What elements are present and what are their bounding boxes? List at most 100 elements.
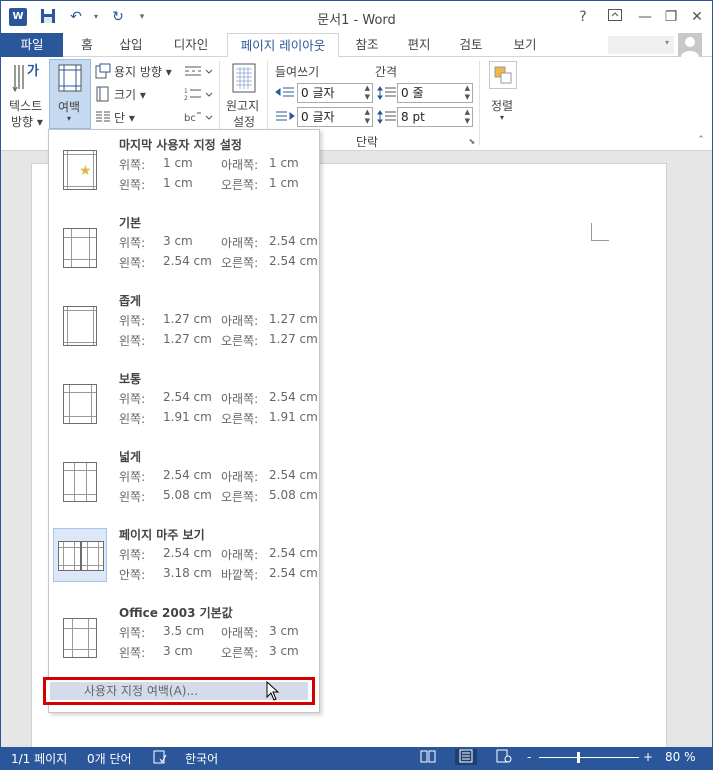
columns-button[interactable]: 단 ▾ [114,109,135,126]
group-separator-3 [479,61,480,145]
tab-page-layout[interactable]: 페이지 레이아웃 [227,33,339,58]
size-button[interactable]: 크기 ▾ [114,86,146,103]
manuscript-icon[interactable] [231,63,257,93]
orientation-icon[interactable] [95,63,111,79]
word-window: W ↶ ▾ ↻ ▾ 문서1 - Word ? — ❐ ✕ 파일 홈 삽입 디자인… [0,0,713,770]
hyphenation-icon[interactable]: bc [183,109,213,125]
page-thumbnail-icon [63,618,97,658]
margin-option-title: 마지막 사용자 지정 설정 [119,138,242,152]
text-direction-label[interactable]: 텍스트 [9,97,42,114]
margins-button[interactable]: 여백 ▾ [49,59,91,129]
zoom-in-button[interactable]: + [643,750,653,764]
page-thumbnail-icon [63,384,97,424]
margin-thumbnail [53,450,107,504]
margin-option-moderate[interactable]: 보통 위쪽: 2.54 cm 아래쪽: 2.54 cm 왼쪽: 1.91 cm 오른쪽… [49,364,319,442]
breaks-icon[interactable] [183,63,213,79]
indent-right-icon [275,109,295,125]
svg-text:bc: bc [184,113,196,124]
spacing-title: 간격 [375,65,398,79]
spacing-before-icon [377,85,397,101]
help-button[interactable]: ? [569,5,597,29]
page-margin-marker [591,223,609,241]
margin-option-mirrored[interactable]: 페이지 마주 보기 위쪽: 2.54 cm 아래쪽: 2.54 cm 안쪽: 3.18… [49,520,319,598]
arrange-dropdown-icon[interactable]: ▾ [500,113,504,122]
page-thumbnail-icon [63,228,97,268]
page-thumbnail-icon [63,306,97,346]
size-icon[interactable] [95,86,111,102]
tab-review[interactable]: 검토 [449,33,493,57]
avatar[interactable] [678,33,702,57]
margin-option-office-2003[interactable]: Office 2003 기본값 위쪽: 3.5 cm 아래쪽: 3 cm 왼쪽: 3 … [49,598,319,676]
margin-option-last-custom[interactable]: ★ 마지막 사용자 지정 설정 위쪽: 1 cm 아래쪽: 1 cm 왼쪽: 1 cm… [49,130,319,208]
language[interactable]: 한국어 [185,750,218,767]
ribbon-tabs: 파일 홈 삽입 디자인 페이지 레이아웃 참조 편지 검토 보기 ▾ [1,33,712,58]
close-icon[interactable]: ✕ [683,5,711,29]
minimize-icon[interactable]: — [631,5,659,29]
text-direction-label-2[interactable]: 방향 ▾ [11,113,43,130]
manuscript-label[interactable]: 원고지 [226,97,259,114]
zoom-out-button[interactable]: - [527,750,531,764]
tab-home[interactable]: 홈 [67,33,107,57]
star-icon: ★ [79,163,92,179]
zoom-slider[interactable] [539,757,639,758]
spacing-after-input[interactable]: 8 pt ▲ ▼ [397,107,473,127]
print-layout-icon[interactable] [455,749,477,765]
proofing-icon[interactable] [153,750,167,767]
margin-thumbnail [53,528,107,582]
line-numbers-icon[interactable]: 12 [183,86,213,102]
margins-dropdown-icon: ▾ [67,114,72,123]
svg-text:1: 1 [184,88,188,95]
margin-option-title: 기본 [119,216,142,230]
manuscript-label-2[interactable]: 설정 [233,113,255,130]
page-thumbnail-icon-2 [81,541,104,571]
margin-option-wide[interactable]: 넓게 위쪽: 2.54 cm 아래쪽: 2.54 cm 왼쪽: 5.08 cm 오른쪽… [49,442,319,520]
orientation-button[interactable]: 용지 방향 ▾ [114,63,172,80]
indent-left-input[interactable]: 0 글자 ▲ ▼ [297,83,373,103]
read-mode-icon[interactable] [419,749,437,765]
margin-option-title: 넓게 [119,450,142,464]
margin-thumbnail: ★ [53,138,107,192]
margin-option-title: 좁게 [119,294,142,308]
paragraph-dialog-launcher-icon[interactable]: ⬊ [467,137,477,147]
account-dropdown-icon[interactable]: ▾ [665,38,669,47]
ribbon-display-icon[interactable] [601,5,629,29]
tab-design[interactable]: 디자인 [161,33,221,57]
spacing-after-value: 8 pt [401,110,425,124]
restore-icon[interactable]: ❐ [657,5,685,29]
margin-thumbnail [53,216,107,270]
margin-option-title: 페이지 마주 보기 [119,528,205,542]
spacing-before-input[interactable]: 0 줄 ▲ ▼ [397,83,473,103]
zoom-level[interactable]: 80 % [665,750,696,764]
spacing-before-value: 0 줄 [401,86,424,100]
spin-arrows-icon[interactable]: ▲ ▼ [365,84,370,102]
spin-arrows-icon-3[interactable]: ▲ ▼ [465,84,470,102]
arrange-label[interactable]: 정렬 [491,97,513,114]
page-count[interactable]: 1/1 페이지 [11,750,67,767]
spin-arrows-icon-4[interactable]: ▲ ▼ [465,108,470,126]
margin-option-normal[interactable]: 기본 위쪽: 3 cm 아래쪽: 2.54 cm 왼쪽: 2.54 cm 오른쪽: 2.… [49,208,319,286]
indent-left-icon [275,85,295,101]
indent-right-value: 0 글자 [301,110,335,124]
tab-mailings[interactable]: 편지 [397,33,441,57]
indent-right-input[interactable]: 0 글자 ▲ ▼ [297,107,373,127]
margin-thumbnail [53,372,107,426]
spacing-after-icon [377,109,397,125]
margin-option-narrow[interactable]: 좁게 위쪽: 1.27 cm 아래쪽: 1.27 cm 왼쪽: 1.27 cm 오른쪽… [49,286,319,364]
tab-view[interactable]: 보기 [503,33,547,57]
margin-thumbnail [53,606,107,660]
arrange-icon[interactable] [489,61,517,89]
tab-insert[interactable]: 삽입 [109,33,153,57]
svg-text:가: 가 [27,64,39,79]
spin-arrows-icon-2[interactable]: ▲ ▼ [365,108,370,126]
columns-icon[interactable] [95,109,111,125]
web-layout-icon[interactable] [495,749,513,765]
mouse-cursor-icon [266,680,280,701]
paragraph-group-label: 단락 [356,135,379,149]
zoom-slider-thumb[interactable] [577,752,580,763]
tab-references[interactable]: 참조 [345,33,389,57]
text-direction-icon[interactable]: 가 [11,61,45,93]
word-count[interactable]: 0개 단어 [87,750,132,767]
tab-file[interactable]: 파일 [1,33,63,57]
collapse-ribbon-icon[interactable]: ⌃ [695,135,707,147]
margin-option-title: 보통 [119,372,142,386]
